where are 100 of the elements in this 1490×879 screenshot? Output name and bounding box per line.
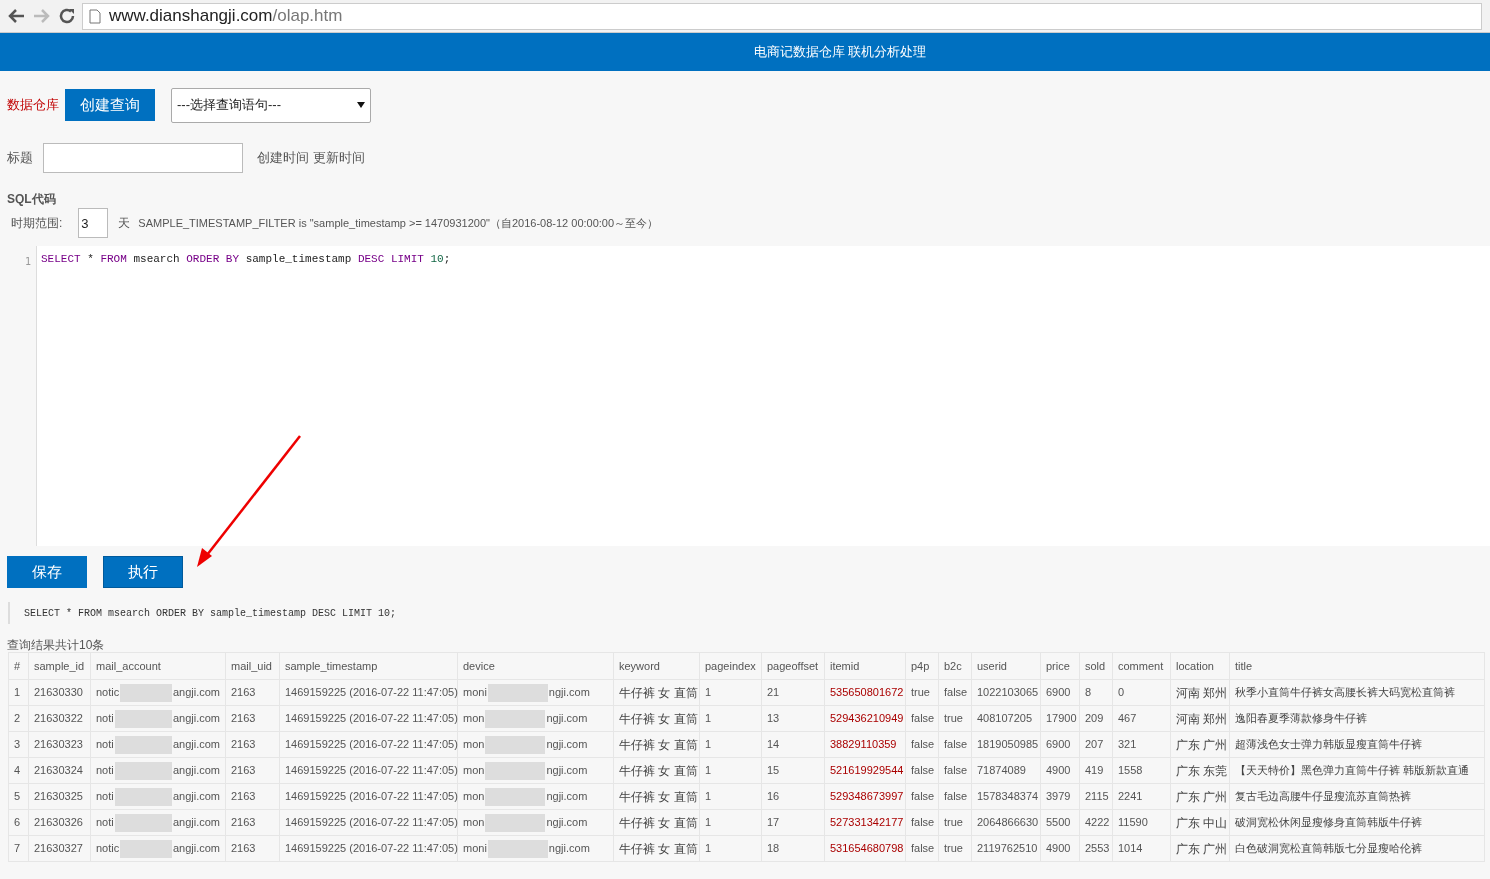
reload-icon[interactable] — [58, 7, 76, 25]
table-cell: 527331342177 — [824, 809, 906, 836]
table-cell: 1 — [699, 705, 762, 732]
column-header: sample_timestamp — [279, 652, 458, 680]
table-cell: 广东 东莞 — [1170, 757, 1230, 784]
create-query-button[interactable]: 创建查询 — [65, 89, 155, 121]
table-cell: 3979 — [1040, 783, 1080, 810]
cell-text: mon — [463, 815, 485, 831]
table-cell: 1 — [699, 679, 762, 706]
table-cell: 2115 — [1079, 783, 1113, 810]
table-cell: 3 — [8, 731, 29, 758]
redaction-blur — [114, 761, 172, 780]
table-cell: 1558 — [1112, 757, 1171, 784]
table-cell: 321 — [1112, 731, 1171, 758]
column-header: price — [1040, 652, 1080, 680]
redaction-blur — [114, 787, 172, 806]
table-cell: 白色破洞宽松直筒韩版七分显瘦哈伦裤 — [1229, 835, 1485, 862]
table-cell: false — [905, 731, 939, 758]
table-cell: 广东 广州 — [1170, 783, 1230, 810]
table-cell: 2163 — [225, 809, 280, 836]
table-cell: 2553 — [1079, 835, 1113, 862]
table-cell: false — [905, 835, 939, 862]
table-cell: false — [905, 705, 939, 732]
updated-time-label: 更新时间 — [313, 149, 365, 168]
table-cell: 6900 — [1040, 679, 1080, 706]
table-cell: 15 — [761, 757, 825, 784]
table-cell: 419 — [1079, 757, 1113, 784]
period-label: 时期范围: — [11, 215, 63, 232]
cell-text: mon — [463, 711, 485, 727]
table-cell: 1 — [699, 783, 762, 810]
save-button[interactable]: 保存 — [7, 556, 87, 588]
cell-text: angji.com — [172, 763, 220, 779]
cell-text: noti — [96, 789, 114, 805]
table-cell: 河南 郑州 — [1170, 705, 1230, 732]
url-text: www.dianshangji.com/olap.htm — [109, 5, 343, 28]
code-editor[interactable]: 1 SELECT * FROM msearch ORDER BY sample_timestamp DESC LIMIT 10; — [0, 246, 1490, 546]
redaction-blur — [487, 683, 548, 702]
table-cell: 6900 — [1040, 731, 1080, 758]
cell-text: angji.com — [172, 711, 220, 727]
period-unit: 天 — [118, 215, 131, 232]
table-cell: 408107205 — [971, 705, 1041, 732]
address-bar[interactable]: www.dianshangji.com/olap.htm — [82, 2, 1482, 30]
column-header: mail_account — [90, 652, 226, 680]
table-cell: 【天天特价】黑色弹力直筒牛仔裤 韩版新款直通 — [1229, 757, 1485, 784]
brand-label: 数据仓库 — [7, 96, 59, 115]
cell-text: ngji.com — [546, 789, 588, 805]
table-cell: 2241 — [1112, 783, 1171, 810]
table-cell: 21630323 — [28, 731, 91, 758]
column-header: pageindex — [699, 652, 762, 680]
run-button[interactable]: 执行 — [103, 556, 183, 588]
table-cell: 秋季小直筒牛仔裤女高腰长裤大码宽松直筒裤 — [1229, 679, 1485, 706]
cell-text: ngji.com — [548, 841, 590, 857]
table-cell: 广东 中山 — [1170, 809, 1230, 836]
cell-text: moni — [463, 685, 487, 701]
table-cell: 1 — [8, 679, 29, 706]
redaction-blur — [485, 813, 546, 832]
column-header: title — [1229, 652, 1485, 680]
table-cell: 2163 — [225, 731, 280, 758]
column-header: pageoffset — [761, 652, 825, 680]
created-time-label: 创建时间 — [257, 149, 309, 168]
cell-text: ngji.com — [546, 711, 588, 727]
redaction-blur — [114, 813, 172, 832]
cell-text: angji.com — [172, 841, 220, 857]
line-number: 1 — [24, 256, 31, 267]
cell-text: angji.com — [172, 815, 220, 831]
column-header: keyword — [613, 652, 700, 680]
table-cell: 14 — [761, 731, 825, 758]
table-cell: 521619929544 — [824, 757, 906, 784]
table-cell: false — [905, 809, 939, 836]
column-header: # — [8, 652, 29, 680]
column-header: mail_uid — [225, 652, 280, 680]
column-header: comment — [1112, 652, 1171, 680]
redaction-blur — [114, 735, 172, 754]
table-cell: 1469159225 (2016-07-22 11:47:05) — [279, 731, 458, 758]
back-icon[interactable] — [6, 7, 26, 25]
table-cell: 2163 — [225, 783, 280, 810]
page-title: 电商记数据仓库 联机分析处理 — [753, 43, 927, 62]
period-input[interactable]: 3 — [78, 208, 109, 238]
table-cell: 2163 — [225, 757, 280, 784]
table-cell: 牛仔裤 女 直筒 — [613, 783, 700, 810]
sql-heading: SQL代码 — [7, 192, 56, 206]
query-select[interactable]: ---选择查询语句--- — [171, 87, 371, 123]
table-cell: 1469159225 (2016-07-22 11:47:05) — [279, 809, 458, 836]
cell-text: angji.com — [172, 737, 220, 753]
table-cell: 牛仔裤 女 直筒 — [613, 705, 700, 732]
cell-text: ngji.com — [546, 815, 588, 831]
column-header: device — [457, 652, 614, 680]
cell-text: mon — [463, 789, 485, 805]
table-cell: 4 — [8, 757, 29, 784]
dropdown-arrow-icon — [357, 102, 365, 108]
table-cell: 6 — [8, 809, 29, 836]
column-header: b2c — [938, 652, 972, 680]
redaction-blur — [120, 839, 172, 858]
table-cell: false — [938, 731, 972, 758]
table-cell: 牛仔裤 女 直筒 — [613, 757, 700, 784]
title-input[interactable] — [43, 143, 243, 173]
table-cell: 4222 — [1079, 809, 1113, 836]
redaction-blur — [485, 709, 546, 728]
table-cell: 1469159225 (2016-07-22 11:47:05) — [279, 679, 458, 706]
redaction-blur — [487, 839, 548, 858]
